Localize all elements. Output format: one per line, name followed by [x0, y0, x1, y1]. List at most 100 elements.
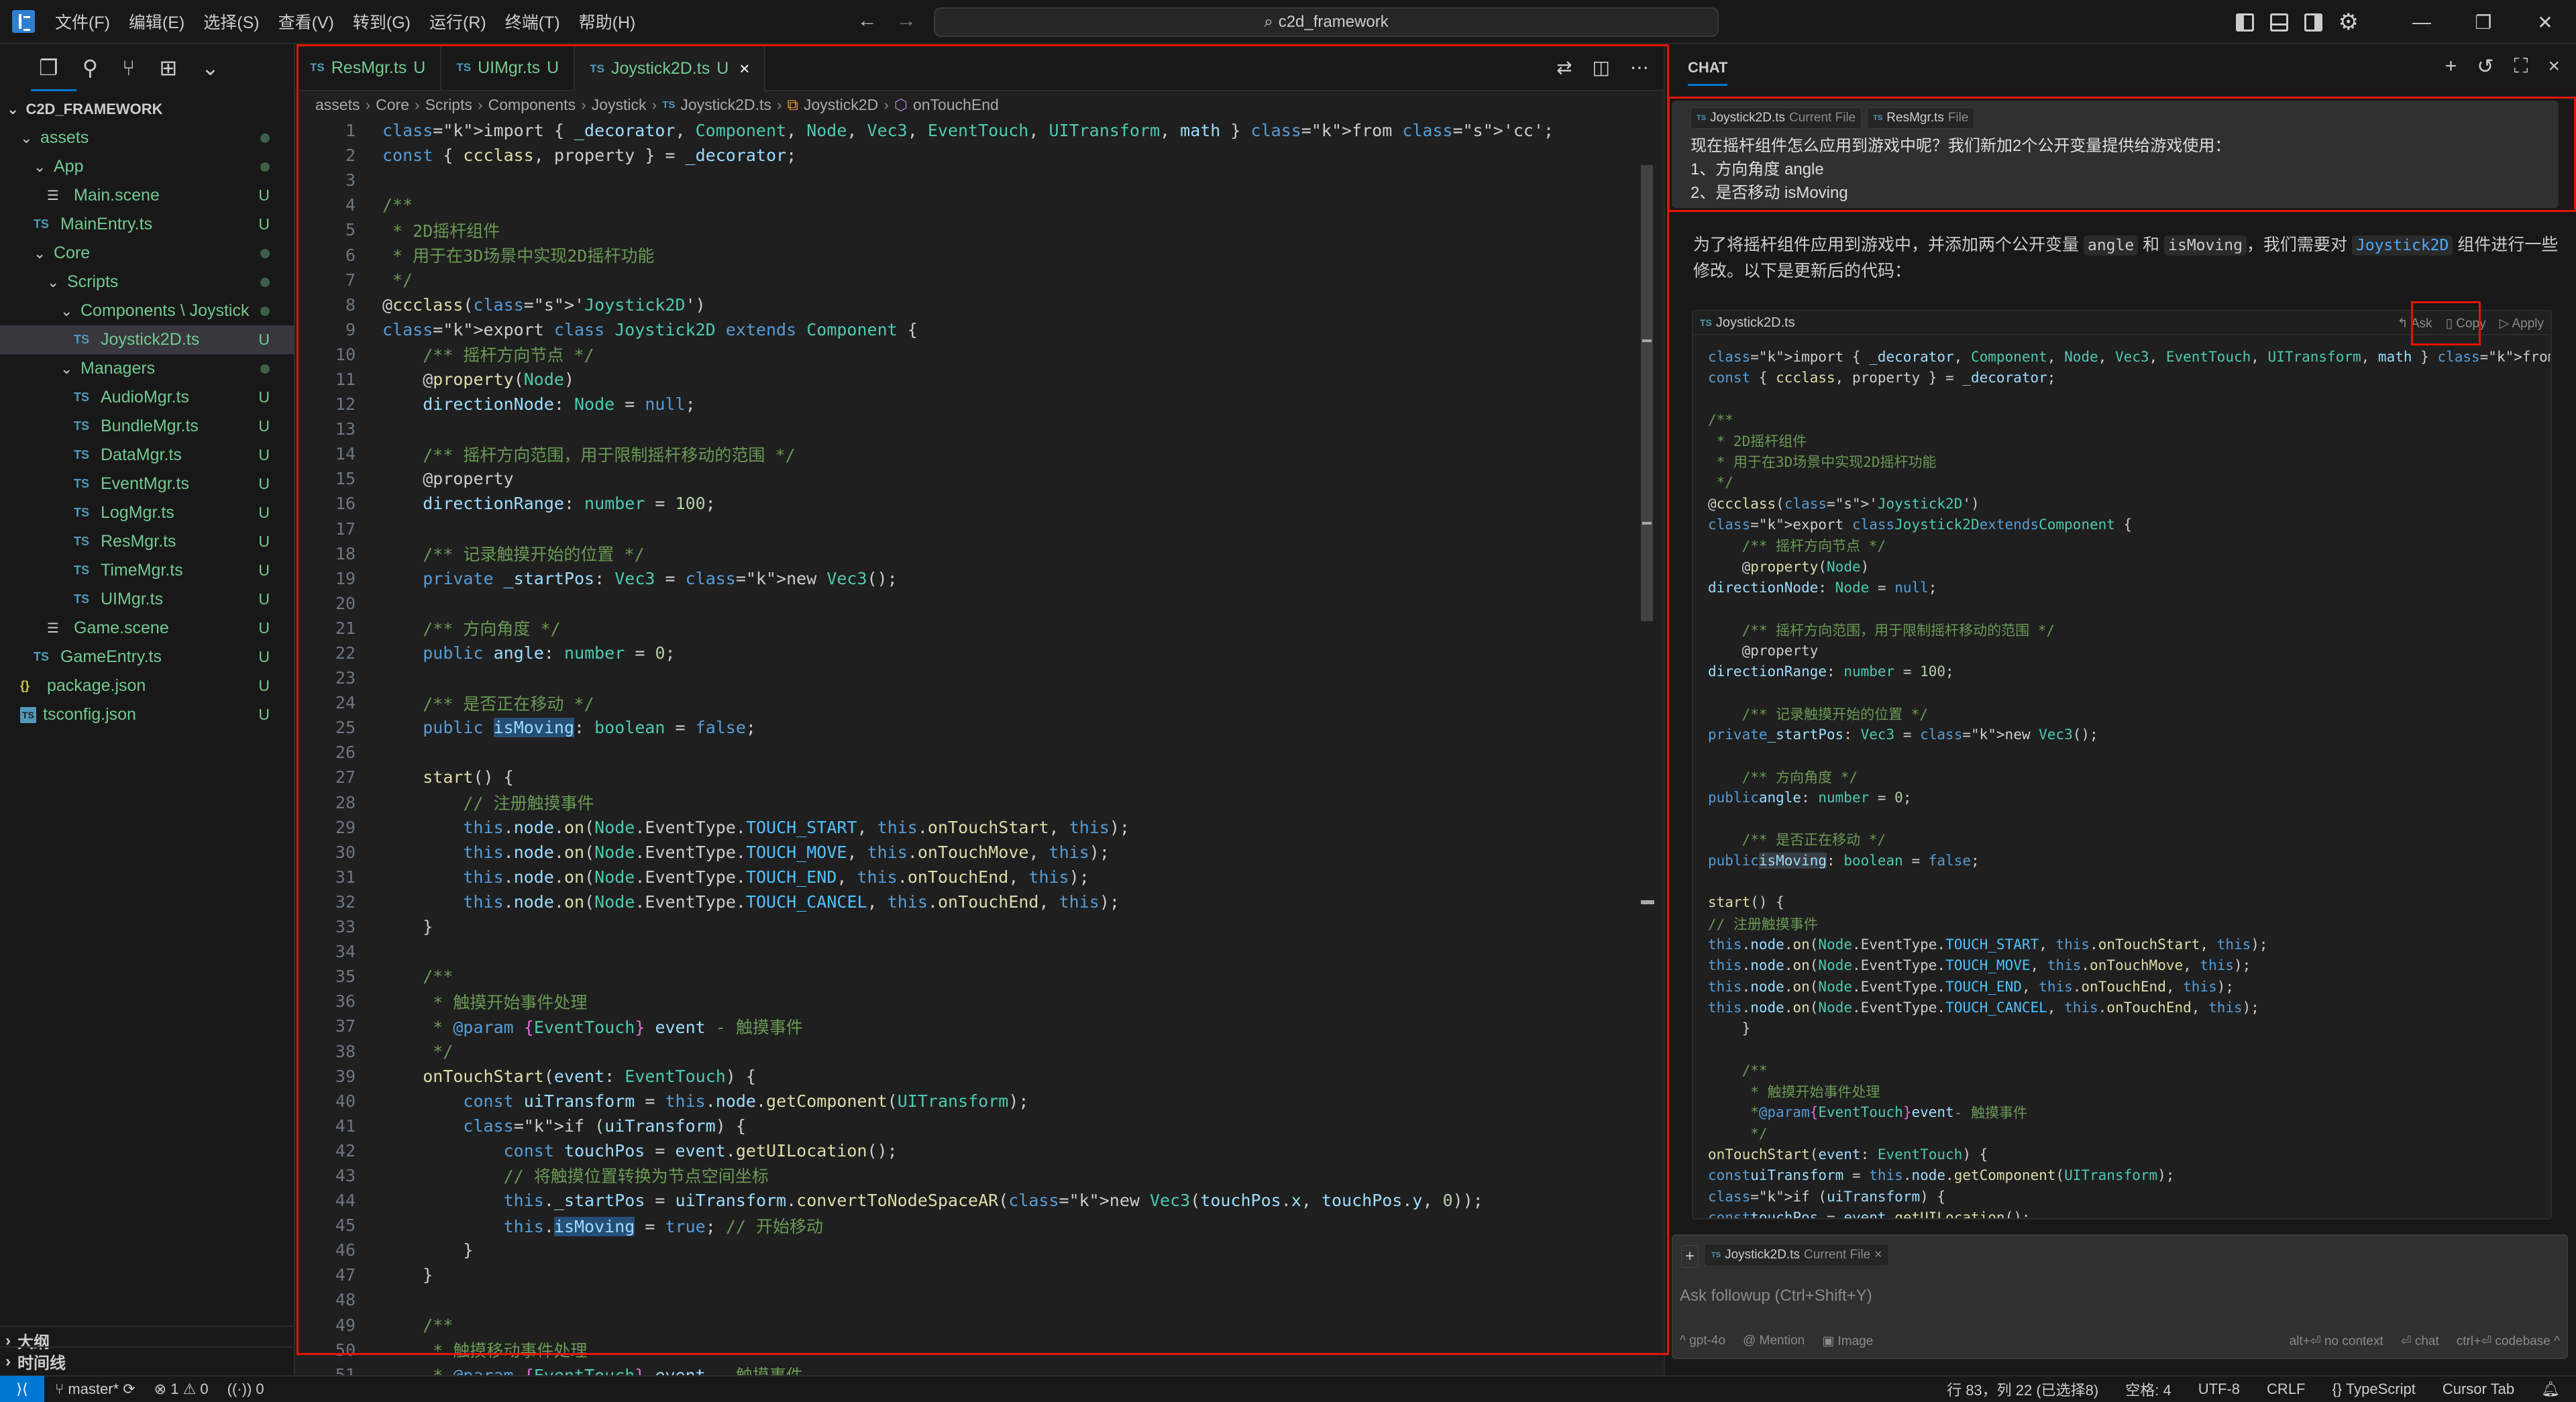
- menu-go[interactable]: 转到(G): [353, 9, 411, 34]
- code-line[interactable]: 36 * 触摸开始事件处理: [295, 989, 1637, 1014]
- explorer-icon[interactable]: ❐: [39, 55, 58, 80]
- code-line[interactable]: 12 directionNode: Node = null;: [295, 392, 1637, 417]
- code-line[interactable]: 22 public angle: number = 0;: [295, 641, 1637, 665]
- restore-button[interactable]: ❐: [2453, 0, 2514, 44]
- code-line[interactable]: 4 /**: [295, 193, 1637, 217]
- code-line[interactable]: 29 this.node.on(Node.EventType.TOUCH_STA…: [295, 815, 1637, 840]
- tree-file[interactable]: TS EventMgr.ts U: [0, 470, 294, 498]
- user-message[interactable]: TS Joystick2D.ts Current File TS ResMgr.…: [1672, 101, 2559, 208]
- encoding[interactable]: UTF-8: [2198, 1381, 2240, 1398]
- notifications-bell-icon[interactable]: 🔔︎: [2541, 1381, 2560, 1398]
- remote-indicator-icon[interactable]: ⟩⟨: [0, 1376, 44, 1402]
- tree-folder[interactable]: ⌄ Core: [0, 239, 294, 268]
- close-window-button[interactable]: ✕: [2514, 0, 2576, 44]
- language-mode[interactable]: {} TypeScript: [2332, 1381, 2416, 1398]
- menu-terminal[interactable]: 终端(T): [505, 9, 560, 34]
- code-line[interactable]: 35 /**: [295, 964, 1637, 989]
- image-button[interactable]: ▣ Image: [1822, 1334, 1873, 1349]
- tree-file[interactable]: TS MainEntry.ts U: [0, 210, 294, 239]
- timeline-section[interactable]: › 时间线: [0, 1346, 295, 1375]
- breadcrumb-item[interactable]: Joystick2D.ts: [680, 96, 771, 114]
- breadcrumb-item[interactable]: onTouchEnd: [913, 96, 999, 114]
- code-line[interactable]: 45 this.isMoving = true; // 开始移动: [295, 1213, 1637, 1238]
- code-line[interactable]: 15 @property: [295, 466, 1637, 491]
- tree-file[interactable]: TS TimeMgr.ts U: [0, 556, 294, 585]
- code-line[interactable]: 27 start() {: [295, 765, 1637, 790]
- model-selector[interactable]: ^ gpt-4o: [1680, 1334, 1725, 1349]
- breadcrumb-item[interactable]: assets: [315, 96, 360, 114]
- code-line[interactable]: 38 */: [295, 1038, 1637, 1063]
- back-arrow-icon[interactable]: ←: [857, 9, 877, 32]
- code-line[interactable]: 8 @ccclass(class="s">'Joystick2D'): [295, 292, 1637, 317]
- toggle-panel-icon[interactable]: [2269, 13, 2288, 32]
- code-line[interactable]: 1 class="k">import { _decorator, Componen…: [295, 118, 1637, 143]
- code-line[interactable]: 3: [295, 168, 1637, 193]
- code-line[interactable]: 28 // 注册触摸事件: [295, 790, 1637, 815]
- ask-button[interactable]: ↰ Ask: [2398, 316, 2432, 331]
- code-editor[interactable]: 1 class="k">import { _decorator, Componen…: [295, 118, 1637, 1375]
- tree-file[interactable]: ☰ Main.scene U: [0, 181, 294, 210]
- mention-button[interactable]: @ Mention: [1743, 1334, 1805, 1349]
- tree-file[interactable]: {} package.json U: [0, 671, 294, 700]
- codebase-hint[interactable]: ctrl+⏎ codebase ^: [2457, 1334, 2560, 1349]
- gear-icon[interactable]: ⚙: [2339, 9, 2359, 36]
- code-line[interactable]: 49 /**: [295, 1313, 1637, 1338]
- code-line[interactable]: 31 this.node.on(Node.EventType.TOUCH_END…: [295, 865, 1637, 889]
- tab-uimgr[interactable]: TS UIMgr.ts U: [441, 44, 576, 91]
- code-line[interactable]: 48: [295, 1287, 1637, 1312]
- code-line[interactable]: 2 const { ccclass, property } = _decorato…: [295, 143, 1637, 168]
- tree-file[interactable]: TS LogMgr.ts U: [0, 498, 294, 527]
- split-editor-icon[interactable]: ◫: [1593, 56, 1610, 78]
- tree-file[interactable]: TS BundleMgr.ts U: [0, 412, 294, 441]
- code-line[interactable]: 18 /** 记录触摸开始的位置 */: [295, 541, 1637, 566]
- code-line[interactable]: 10 /** 摇杆方向节点 */: [295, 342, 1637, 367]
- no-context-hint[interactable]: alt+⏎ no context: [2290, 1334, 2383, 1349]
- tree-file[interactable]: TS Joystick2D.ts U: [0, 325, 294, 354]
- indentation[interactable]: 空格: 4: [2125, 1379, 2171, 1400]
- code-line[interactable]: 23: [295, 665, 1637, 690]
- code-line[interactable]: 25 public isMoving: boolean = false;: [295, 715, 1637, 740]
- tree-file[interactable]: TS UIMgr.ts U: [0, 585, 294, 614]
- new-chat-icon[interactable]: +: [2445, 55, 2457, 78]
- forward-arrow-icon[interactable]: →: [896, 9, 916, 32]
- source-control-icon[interactable]: ⑂: [122, 56, 135, 80]
- toggle-primary-sidebar-icon[interactable]: [2235, 13, 2254, 32]
- copy-button[interactable]: ▯ Copy: [2446, 316, 2486, 331]
- code-line[interactable]: 47 }: [295, 1262, 1637, 1287]
- menu-help[interactable]: 帮助(H): [579, 9, 636, 34]
- minimize-button[interactable]: —: [2391, 0, 2453, 44]
- code-line[interactable]: 19 private _startPos: Vec3 = class="k">n…: [295, 566, 1637, 591]
- code-line[interactable]: 34: [295, 939, 1637, 964]
- code-line[interactable]: 30 this.node.on(Node.EventType.TOUCH_MOV…: [295, 840, 1637, 865]
- code-line[interactable]: 51 * @param {EventTouch} event - 触摸事件: [295, 1362, 1637, 1375]
- tree-file[interactable]: TS AudioMgr.ts U: [0, 383, 294, 412]
- toggle-secondary-sidebar-icon[interactable]: [2304, 13, 2322, 32]
- menu-run[interactable]: 运行(R): [429, 9, 486, 34]
- command-center-search[interactable]: ⌕ c2d_framework: [934, 7, 1719, 37]
- breadcrumb-item[interactable]: Joystick2D: [804, 96, 878, 114]
- tree-file[interactable]: TS GameEntry.ts U: [0, 643, 294, 671]
- tree-folder[interactable]: ⌄ App: [0, 152, 294, 181]
- code-line[interactable]: 37 * @param {EventTouch} event - 触摸事件: [295, 1014, 1637, 1038]
- workspace-root[interactable]: ⌄ C2D_FRAMEWORK: [0, 95, 294, 123]
- tree-file[interactable]: TS ResMgr.ts U: [0, 527, 294, 556]
- close-icon[interactable]: ×: [1874, 1248, 1882, 1262]
- code-line[interactable]: 5 * 2D摇杆组件: [295, 217, 1637, 242]
- tree-file[interactable]: ☰ Game.scene U: [0, 614, 294, 643]
- tree-folder[interactable]: ⌄ Scripts: [0, 268, 294, 296]
- breadcrumb-item[interactable]: Core: [376, 96, 409, 114]
- close-icon[interactable]: ×: [2548, 55, 2560, 78]
- code-line[interactable]: 42 const touchPos = event.getUILocation(…: [295, 1138, 1637, 1163]
- code-line[interactable]: 40 const uiTransform = this.node.getComp…: [295, 1089, 1637, 1114]
- search-icon[interactable]: ⚲: [83, 55, 98, 80]
- close-tab-icon[interactable]: ×: [739, 58, 749, 79]
- context-chip[interactable]: TS Joystick2D.ts Current File ×: [1704, 1244, 1890, 1266]
- code-line[interactable]: 14 /** 摇杆方向范围，用于限制摇杆移动的范围 */: [295, 441, 1637, 466]
- followup-input[interactable]: [1680, 1283, 2552, 1309]
- chat-title[interactable]: CHAT: [1688, 59, 1728, 86]
- breadcrumb-item[interactable]: Components: [488, 96, 576, 114]
- code-line[interactable]: 6 * 用于在3D场景中实现2D摇杆功能: [295, 242, 1637, 267]
- menu-view[interactable]: 查看(V): [278, 9, 334, 34]
- tree-file[interactable]: TS DataMgr.ts U: [0, 441, 294, 470]
- context-chip[interactable]: TS ResMgr.ts File: [1867, 107, 1975, 129]
